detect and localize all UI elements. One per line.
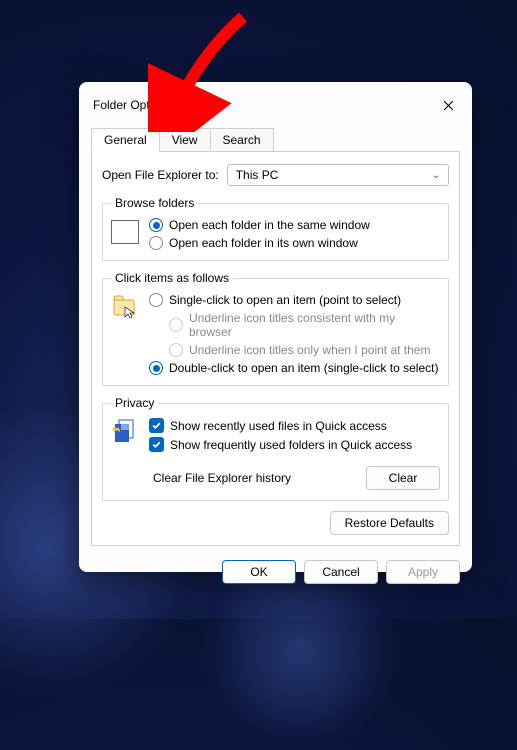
- tab-search[interactable]: Search: [210, 128, 274, 151]
- restore-defaults-button[interactable]: Restore Defaults: [330, 511, 449, 535]
- window-icon: [111, 220, 139, 244]
- close-button[interactable]: [432, 92, 464, 118]
- checkbox-icon: [149, 418, 164, 433]
- privacy-group: Privacy Show recently used files in Quic…: [102, 396, 449, 501]
- titlebar: Folder Options: [79, 82, 472, 124]
- folder-cursor-icon: [111, 293, 139, 321]
- radio-own-window[interactable]: Open each folder in its own window: [149, 236, 440, 250]
- tab-content: Open File Explorer to: This PC ⌄ Browse …: [91, 151, 460, 546]
- apply-button[interactable]: Apply: [386, 560, 460, 584]
- window-title: Folder Options: [93, 98, 432, 112]
- quick-access-icon: [111, 418, 139, 444]
- checkbox-recent-files[interactable]: Show recently used files in Quick access: [149, 418, 440, 433]
- radio-single-click[interactable]: Single-click to open an item (point to s…: [149, 293, 440, 307]
- radio-underline-point: Underline icon titles only when I point …: [169, 343, 440, 357]
- radio-same-window[interactable]: Open each folder in the same window: [149, 218, 440, 232]
- radio-double-click[interactable]: Double-click to open an item (single-cli…: [149, 361, 440, 375]
- close-icon: [443, 100, 454, 111]
- radio-icon: [149, 218, 163, 232]
- radio-icon: [169, 343, 183, 357]
- click-items-group: Click items as follows Single-click to o…: [102, 271, 449, 386]
- checkbox-frequent-folders[interactable]: Show frequently used folders in Quick ac…: [149, 437, 440, 452]
- privacy-legend: Privacy: [111, 396, 158, 410]
- tab-strip: General View Search: [91, 128, 460, 151]
- radio-underline-browser: Underline icon titles consistent with my…: [169, 311, 440, 339]
- clear-button[interactable]: Clear: [366, 466, 440, 490]
- tab-general[interactable]: General: [91, 128, 160, 152]
- radio-icon: [149, 361, 163, 375]
- cancel-button[interactable]: Cancel: [304, 560, 378, 584]
- dialog-footer: OK Cancel Apply: [79, 554, 472, 598]
- chevron-down-icon: ⌄: [432, 170, 440, 181]
- click-legend: Click items as follows: [111, 271, 233, 285]
- radio-icon: [149, 293, 163, 307]
- ok-button[interactable]: OK: [222, 560, 296, 584]
- folder-options-dialog: Folder Options General View Search Open …: [79, 82, 472, 572]
- open-to-select[interactable]: This PC ⌄: [227, 164, 449, 186]
- clear-history-label: Clear File Explorer history: [153, 471, 291, 485]
- checkbox-icon: [149, 437, 164, 452]
- browse-legend: Browse folders: [111, 196, 198, 210]
- tab-view[interactable]: View: [159, 128, 211, 151]
- open-to-label: Open File Explorer to:: [102, 168, 219, 182]
- radio-icon: [149, 236, 163, 250]
- radio-icon: [169, 318, 183, 332]
- browse-folders-group: Browse folders Open each folder in the s…: [102, 196, 449, 261]
- open-to-value: This PC: [236, 168, 279, 182]
